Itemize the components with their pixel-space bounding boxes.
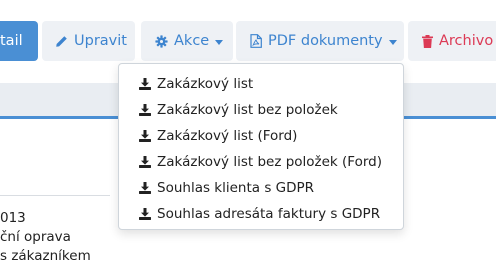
download-icon bbox=[139, 78, 151, 90]
trash-icon bbox=[422, 34, 433, 48]
detail-button-label: tail bbox=[0, 33, 23, 49]
detail-text-line: ční oprava bbox=[0, 229, 71, 245]
pdf-button-label: PDF dokumenty bbox=[268, 33, 383, 49]
actions-dropdown-button[interactable]: Akce bbox=[141, 21, 233, 61]
detail-button[interactable]: tail bbox=[0, 21, 38, 61]
edit-button-label: Upravit bbox=[74, 33, 127, 49]
pencil-icon bbox=[55, 35, 68, 48]
page: tail Upravit Akce PDF dokumenty Archivo … bbox=[0, 0, 496, 263]
download-icon bbox=[139, 130, 151, 142]
menu-item-label: Souhlas klienta s GDPR bbox=[157, 180, 315, 196]
download-icon bbox=[139, 156, 151, 168]
menu-item-zakazkovy-list-ford[interactable]: Zakázkový list (Ford) bbox=[119, 123, 403, 149]
actions-button-label: Akce bbox=[174, 33, 210, 49]
menu-item-souhlas-adresata-faktury-gdpr[interactable]: Souhlas adresáta faktury s GDPR bbox=[119, 201, 403, 227]
archive-button-label: Archivo bbox=[439, 33, 494, 49]
chevron-down-icon bbox=[215, 39, 224, 45]
menu-item-zakazkovy-list-bez-polozek[interactable]: Zakázkový list bez položek bbox=[119, 97, 403, 123]
pdf-file-icon bbox=[250, 34, 262, 48]
detail-text-line: 013 bbox=[0, 210, 26, 226]
menu-item-label: Zakázkový list bez položek (Ford) bbox=[157, 154, 382, 170]
chevron-down-icon bbox=[388, 39, 397, 45]
menu-item-souhlas-klienta-gdpr[interactable]: Souhlas klienta s GDPR bbox=[119, 175, 403, 201]
menu-item-label: Zakázkový list (Ford) bbox=[157, 128, 298, 144]
section-divider bbox=[0, 195, 110, 196]
gear-icon bbox=[155, 34, 168, 48]
menu-item-label: Souhlas adresáta faktury s GDPR bbox=[157, 206, 381, 222]
detail-text-line: s zákazníkem bbox=[0, 248, 91, 263]
menu-item-zakazkovy-list-bez-polozek-ford[interactable]: Zakázkový list bez položek (Ford) bbox=[119, 149, 403, 175]
menu-item-zakazkovy-list[interactable]: Zakázkový list bbox=[119, 71, 403, 97]
edit-button[interactable]: Upravit bbox=[42, 21, 135, 61]
pdf-documents-menu: Zakázkový list Zakázkový list bez polože… bbox=[118, 63, 404, 230]
download-icon bbox=[139, 104, 151, 116]
download-icon bbox=[139, 208, 151, 220]
download-icon bbox=[139, 182, 151, 194]
menu-item-label: Zakázkový list bez položek bbox=[157, 102, 338, 118]
menu-item-label: Zakázkový list bbox=[157, 76, 254, 92]
pdf-documents-dropdown-button[interactable]: PDF dokumenty bbox=[236, 21, 404, 61]
archive-button[interactable]: Archivo bbox=[408, 21, 496, 61]
